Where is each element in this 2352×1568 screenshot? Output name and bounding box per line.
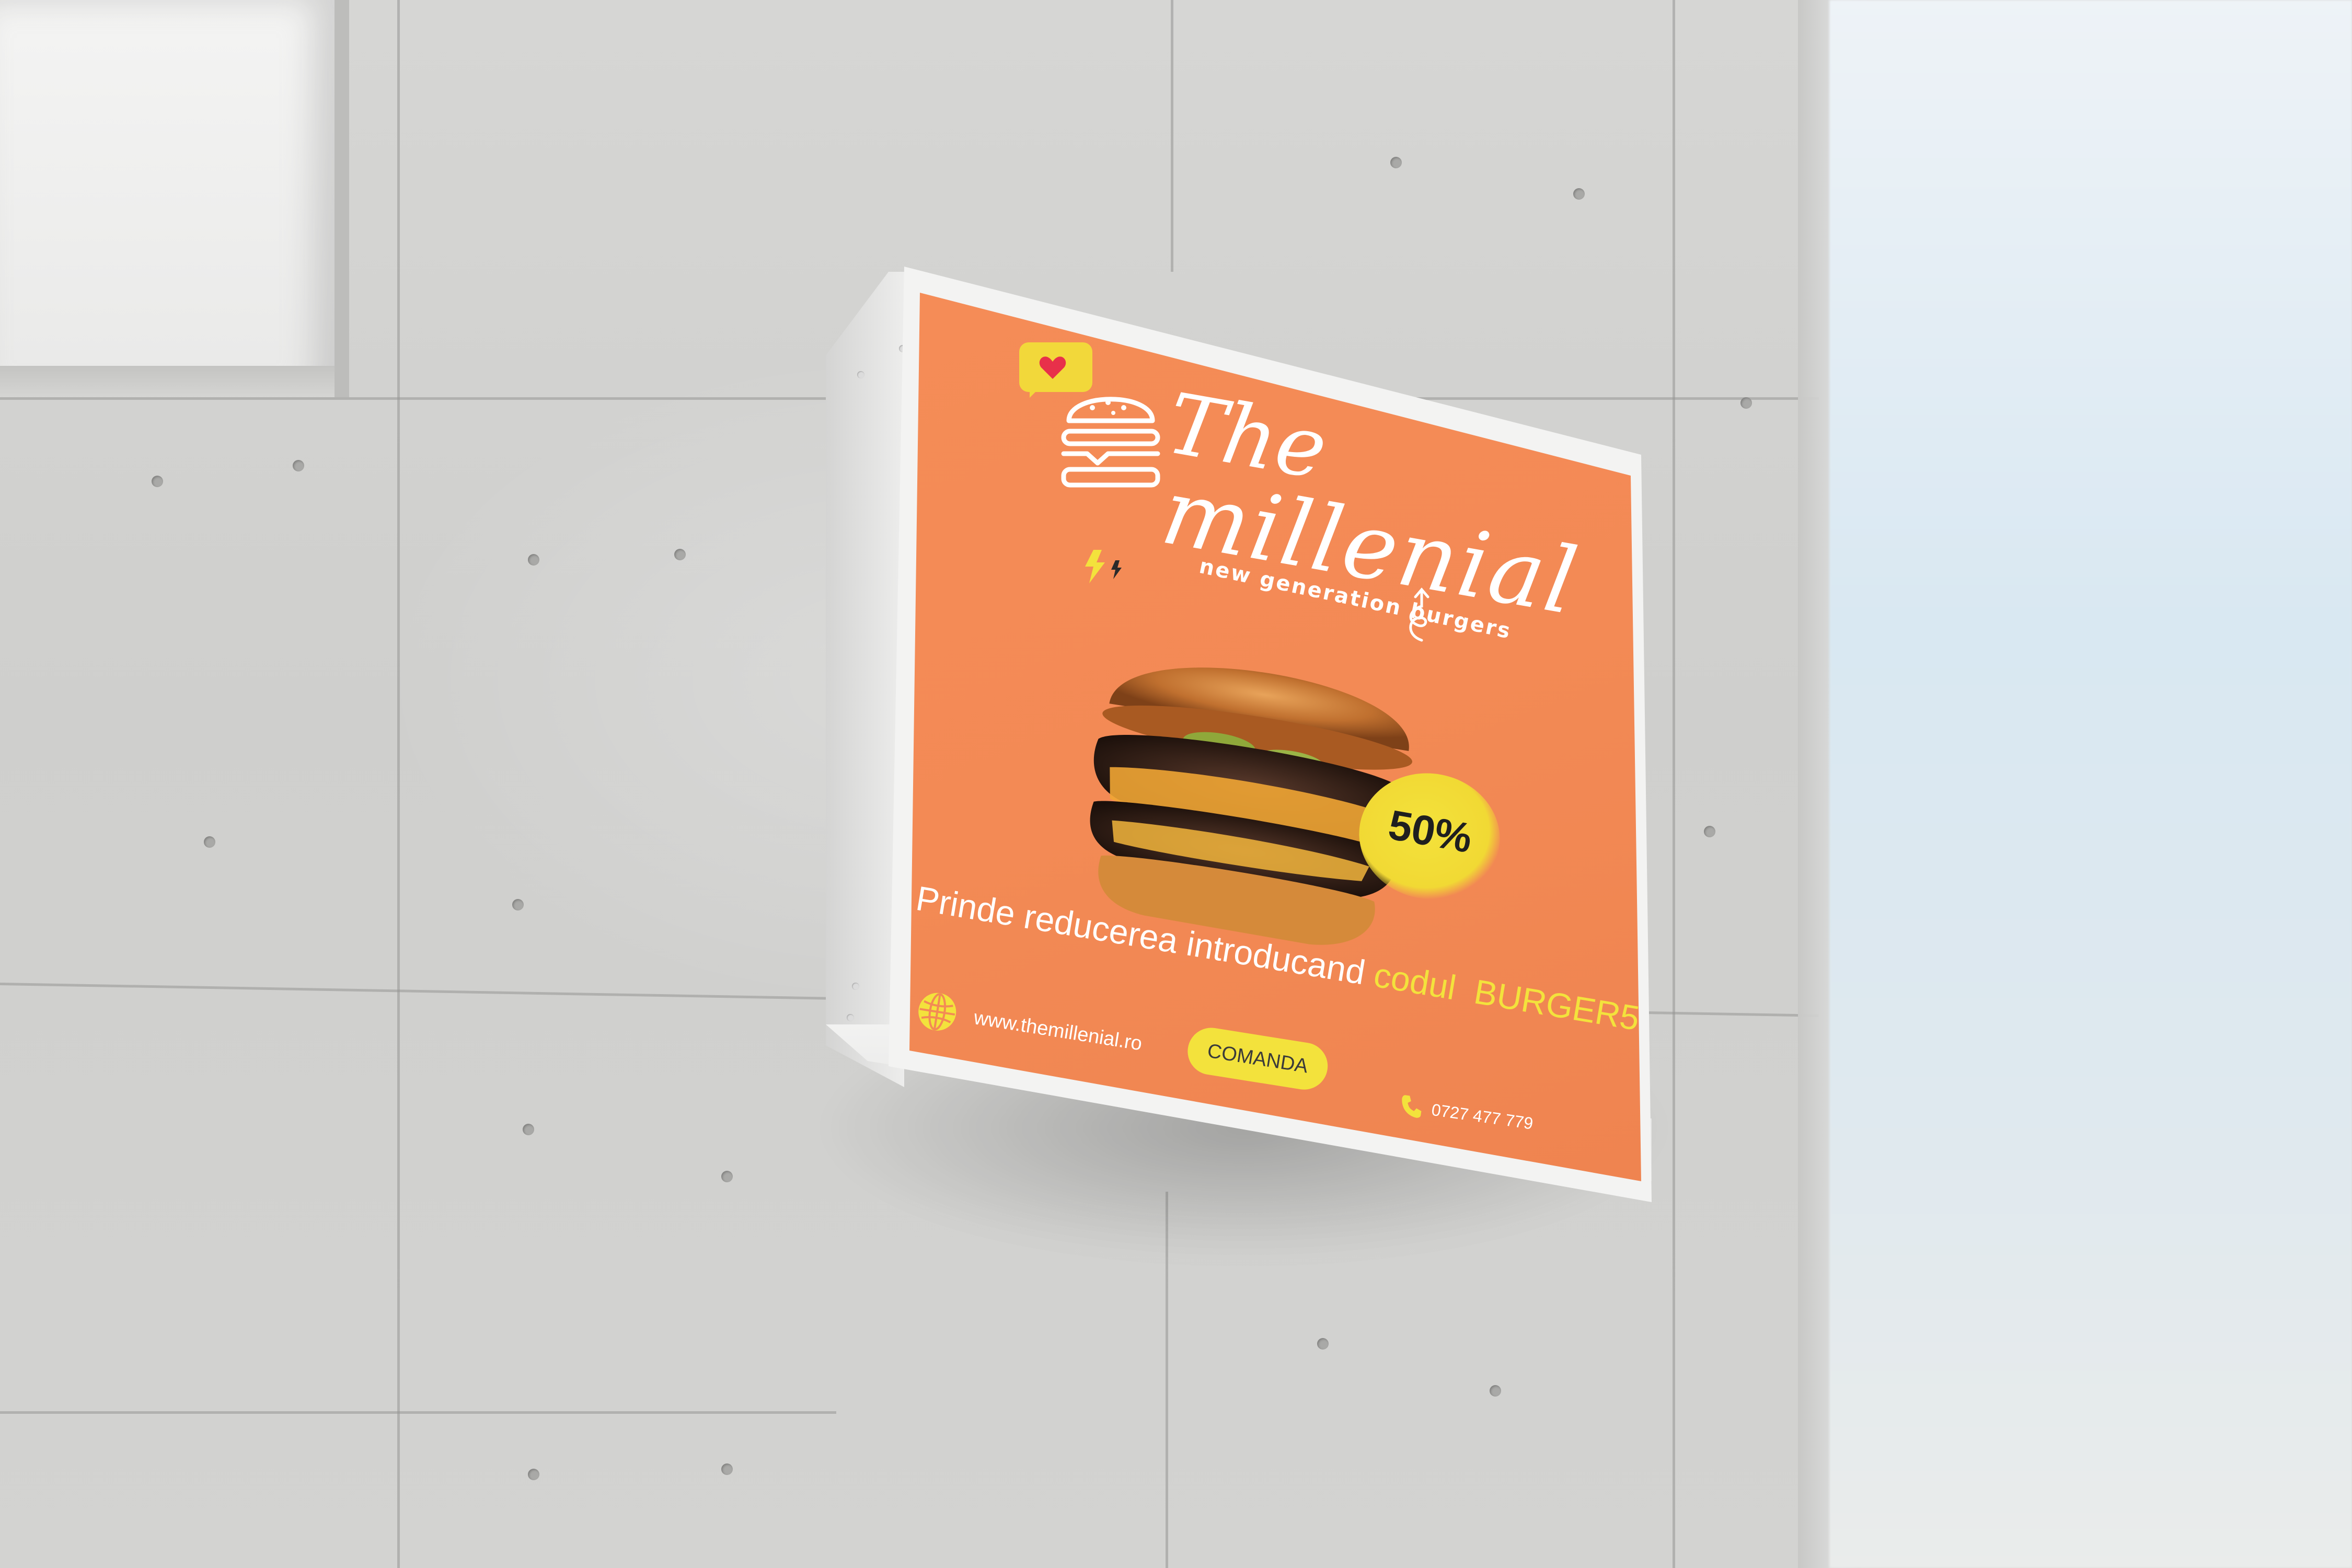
chat-bubble-tail — [1030, 384, 1043, 398]
discount-badge: 50% — [1349, 762, 1510, 910]
sign-screw — [857, 371, 864, 378]
sign-screw — [852, 983, 859, 990]
wall-tie-hole — [512, 899, 524, 910]
wall-seam — [397, 0, 400, 1568]
website-url: www.themillenial.ro — [972, 1006, 1144, 1055]
wall-tie-hole — [1317, 1338, 1329, 1350]
globe-icon — [918, 993, 956, 1031]
wall-tie-hole — [1740, 397, 1752, 409]
photo-scene: The millenial new generation burgers 50%… — [0, 0, 2352, 1568]
website-row: www.themillenial.ro — [913, 988, 1145, 1065]
wall-tie-hole — [1490, 1385, 1501, 1397]
wall-tie-hole — [1704, 826, 1715, 837]
wall-tie-hole — [293, 460, 304, 471]
wall-tie-hole — [721, 1171, 733, 1182]
promo-code: BURGER50 — [1471, 972, 1641, 1041]
phone-row: 0727 477 779 — [1397, 1092, 1535, 1136]
building-window — [0, 0, 349, 397]
wall-tie-hole — [1390, 157, 1402, 168]
wall-seam — [0, 1411, 836, 1414]
promo-code-word: codul — [1371, 955, 1459, 1007]
sign-screw — [847, 1014, 854, 1021]
window-ledge — [0, 366, 335, 397]
phone-icon — [1402, 1095, 1422, 1118]
wall-tie-hole — [523, 1124, 534, 1135]
wall-tie-hole — [528, 1469, 539, 1480]
wall-seam — [1171, 0, 1173, 272]
wall-tie-hole — [152, 476, 163, 487]
burger-logo-icon — [1061, 397, 1160, 488]
wall-tie-hole — [204, 836, 215, 848]
wall-seam — [1673, 0, 1675, 1568]
wall-tie-hole — [721, 1463, 733, 1475]
wall-tie-hole — [528, 554, 539, 566]
order-button[interactable]: COMANDA — [1184, 1024, 1331, 1093]
phone-number: 0727 477 779 — [1430, 1100, 1535, 1133]
wall-tie-hole — [1573, 188, 1585, 200]
sky-background — [1829, 0, 2352, 1568]
wall-tie-hole — [674, 549, 686, 560]
